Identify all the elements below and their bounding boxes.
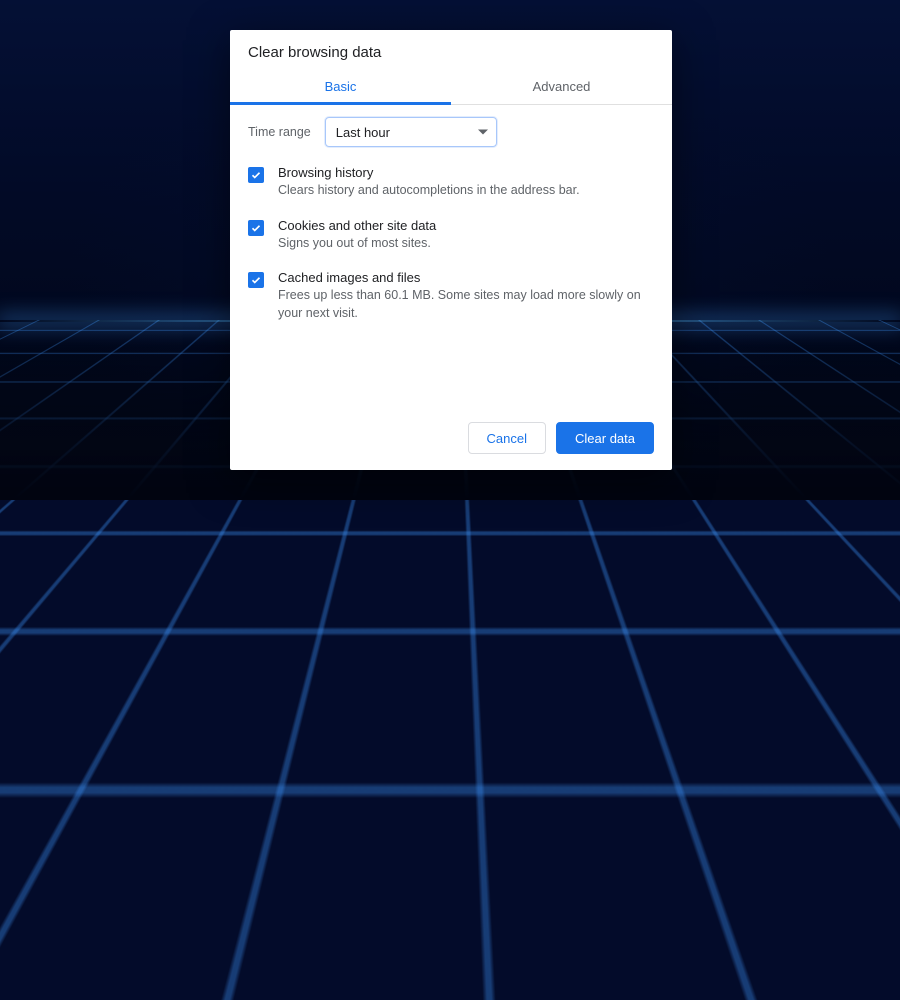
option-text: Cached images and files Frees up less th… — [278, 270, 654, 322]
option-browsing-history: Browsing history Clears history and auto… — [248, 165, 654, 200]
check-icon — [250, 222, 262, 234]
option-title: Browsing history — [278, 165, 654, 180]
option-cached: Cached images and files Frees up less th… — [248, 270, 654, 322]
option-desc: Frees up less than 60.1 MB. Some sites m… — [278, 287, 654, 322]
tab-advanced[interactable]: Advanced — [451, 71, 672, 104]
option-desc: Signs you out of most sites. — [278, 235, 654, 253]
tab-basic-label: Basic — [325, 79, 357, 94]
checkbox-browsing-history[interactable] — [248, 167, 264, 183]
clear-data-button[interactable]: Clear data — [556, 422, 654, 454]
option-cookies: Cookies and other site data Signs you ou… — [248, 218, 654, 253]
clear-data-button-label: Clear data — [575, 431, 635, 446]
option-title: Cached images and files — [278, 270, 654, 285]
cancel-button-label: Cancel — [487, 431, 527, 446]
tabs: Basic Advanced — [230, 71, 672, 105]
time-range-select[interactable]: Last hour — [325, 117, 497, 147]
option-text: Cookies and other site data Signs you ou… — [278, 218, 654, 253]
dialog-title: Clear browsing data — [230, 30, 672, 71]
chevron-down-icon — [478, 130, 488, 135]
clear-browsing-data-dialog: Clear browsing data Basic Advanced Time … — [230, 30, 672, 470]
tab-basic[interactable]: Basic — [230, 71, 451, 104]
check-icon — [250, 169, 262, 181]
option-desc: Clears history and autocompletions in th… — [278, 182, 654, 200]
time-range-label: Time range — [248, 125, 311, 139]
time-range-row: Time range Last hour — [248, 117, 654, 147]
check-icon — [250, 274, 262, 286]
dialog-body: Time range Last hour Browsing history Cl… — [230, 105, 672, 408]
tab-advanced-label: Advanced — [533, 79, 591, 94]
option-title: Cookies and other site data — [278, 218, 654, 233]
checkbox-cookies[interactable] — [248, 220, 264, 236]
time-range-selected: Last hour — [336, 125, 390, 140]
checkbox-cached[interactable] — [248, 272, 264, 288]
dialog-footer: Cancel Clear data — [230, 408, 672, 470]
option-text: Browsing history Clears history and auto… — [278, 165, 654, 200]
cancel-button[interactable]: Cancel — [468, 422, 546, 454]
